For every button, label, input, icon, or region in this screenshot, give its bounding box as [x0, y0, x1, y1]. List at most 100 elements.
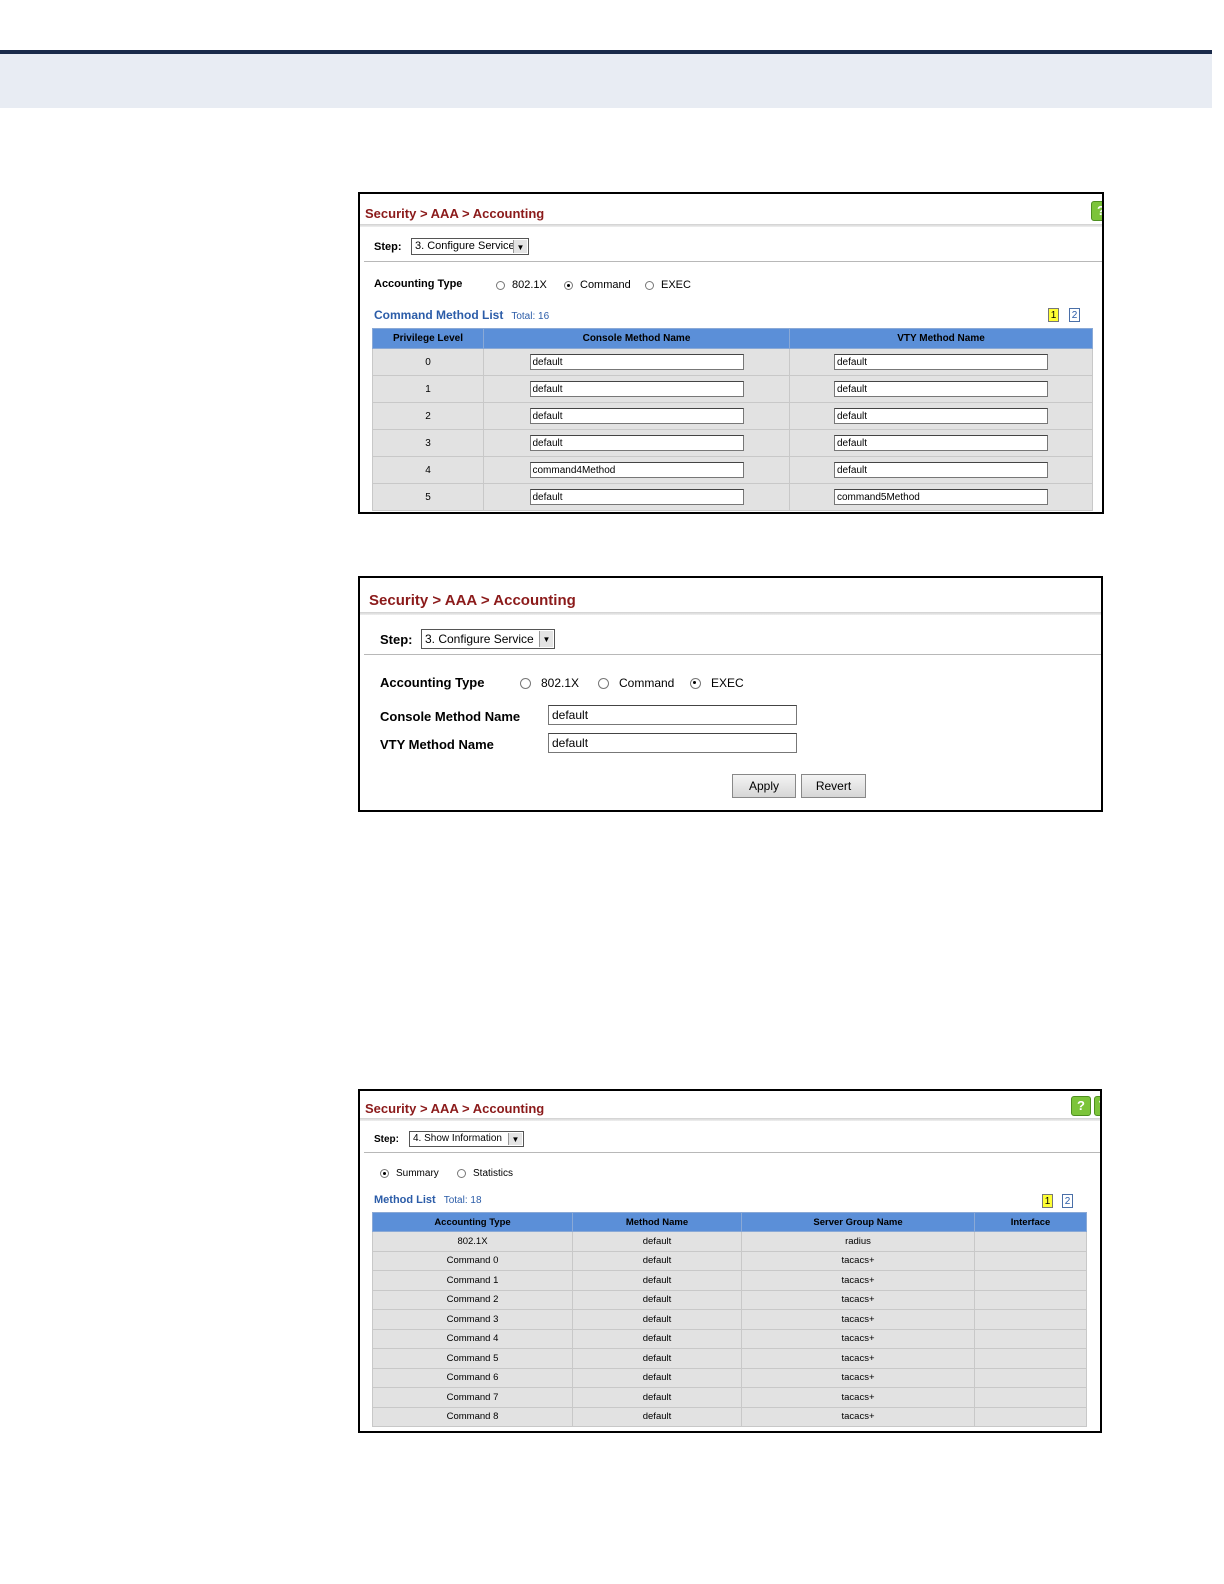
console-method-input[interactable]: command4Method: [529, 462, 744, 478]
table-row: Command 5 default tacacs+: [372, 1348, 1087, 1369]
method-name-cell: default: [572, 1309, 742, 1330]
radio-command[interactable]: Command: [598, 676, 674, 690]
title-divider: [360, 612, 1101, 615]
breadcrumb-security[interactable]: Security: [369, 592, 428, 609]
table-row: Command 1 default tacacs+: [372, 1270, 1087, 1291]
vty-method-input[interactable]: default: [834, 408, 1048, 424]
accounting-command-panel: Security > AAA > Accounting ? Step: 3. C…: [358, 192, 1104, 514]
radio-label: EXEC: [661, 279, 691, 291]
column-header: Method Name: [572, 1212, 742, 1232]
breadcrumb-separator: >: [461, 1101, 470, 1116]
method-name-cell: default: [572, 1270, 742, 1291]
total-count: Total: 18: [443, 1195, 482, 1206]
table-row: 1 default default: [372, 375, 1093, 403]
console-method-input[interactable]: default: [529, 381, 744, 397]
breadcrumb: Security > AAA > Accounting: [369, 592, 576, 609]
page-2-link[interactable]: 2: [1062, 1194, 1073, 1208]
vty-cell: default: [789, 375, 1093, 403]
step-select-value: 3. Configure Service: [425, 632, 534, 646]
refresh-icon[interactable]: ↻: [1094, 1096, 1100, 1116]
radio-command[interactable]: Command: [564, 279, 631, 291]
accounting-type-cell: Command 7: [372, 1387, 573, 1408]
console-method-input[interactable]: default: [529, 408, 744, 424]
page-2-link[interactable]: 2: [1069, 308, 1080, 322]
server-group-cell: tacacs+: [741, 1328, 975, 1349]
console-method-input[interactable]: default: [529, 354, 744, 370]
vty-method-input[interactable]: command5Method: [834, 489, 1048, 505]
table-row: 0 default default: [372, 348, 1093, 376]
list-title-text: Command Method List: [374, 308, 504, 322]
table-row: Command 8 default tacacs+: [372, 1406, 1087, 1427]
radio-label: Summary: [396, 1168, 439, 1179]
server-group-cell: tacacs+: [741, 1348, 975, 1369]
step-select[interactable]: 3. Configure Service ▼: [421, 629, 555, 649]
console-method-input[interactable]: default: [548, 705, 797, 725]
console-method-input[interactable]: default: [529, 435, 744, 451]
table-row: Command 2 default tacacs+: [372, 1289, 1087, 1310]
table-row: Command 7 default tacacs+: [372, 1387, 1087, 1408]
table-row: 802.1X default radius: [372, 1231, 1087, 1252]
radio-icon: [520, 677, 531, 689]
server-group-cell: tacacs+: [741, 1270, 975, 1291]
help-icon[interactable]: ?: [1071, 1096, 1091, 1116]
step-select[interactable]: 3. Configure Service ▼: [411, 238, 529, 255]
breadcrumb-aaa[interactable]: AAA: [431, 1101, 459, 1116]
header-band: [0, 54, 1212, 108]
interface-cell: [974, 1309, 1087, 1330]
list-title-text: Method List: [374, 1194, 436, 1206]
radio-icon: [598, 677, 609, 689]
title-divider: [360, 1118, 1100, 1121]
interface-cell: [974, 1231, 1087, 1252]
privilege-level-cell: 2: [372, 402, 484, 430]
radio-icon: [457, 1169, 466, 1178]
vty-method-input[interactable]: default: [834, 435, 1048, 451]
breadcrumb-aaa[interactable]: AAA: [431, 206, 459, 221]
breadcrumb-separator: >: [480, 592, 490, 609]
page-1-link[interactable]: 1: [1048, 308, 1059, 322]
method-name-cell: default: [572, 1231, 742, 1252]
vty-method-input[interactable]: default: [834, 462, 1048, 478]
accounting-type-label: Accounting Type: [380, 675, 485, 690]
interface-cell: [974, 1289, 1087, 1310]
breadcrumb-security[interactable]: Security: [365, 1101, 416, 1116]
vty-method-input[interactable]: default: [834, 354, 1048, 370]
accounting-type-cell: Command 2: [372, 1289, 573, 1310]
breadcrumb-separator: >: [432, 592, 442, 609]
vty-method-input[interactable]: default: [548, 733, 797, 753]
revert-button[interactable]: Revert: [801, 774, 866, 798]
accounting-type-cell: Command 4: [372, 1328, 573, 1349]
interface-cell: [974, 1328, 1087, 1349]
method-name-cell: default: [572, 1387, 742, 1408]
radio-summary[interactable]: Summary: [380, 1168, 439, 1179]
radio-label: Command: [619, 676, 675, 690]
column-header: VTY Method Name: [789, 328, 1093, 349]
radio-label: 802.1X: [512, 279, 547, 291]
list-title: Command Method List Total: 16: [374, 308, 549, 322]
radio-802-1x[interactable]: 802.1X: [520, 676, 579, 690]
privilege-level-cell: 1: [372, 375, 484, 403]
vty-method-input[interactable]: default: [834, 381, 1048, 397]
help-icon[interactable]: ?: [1091, 201, 1102, 221]
interface-cell: [974, 1348, 1087, 1369]
console-cell: default: [483, 483, 790, 511]
privilege-level-cell: 5: [372, 483, 484, 511]
radio-statistics[interactable]: Statistics: [457, 1168, 513, 1179]
table-row: 5 default command5Method: [372, 483, 1093, 511]
breadcrumb-separator: >: [419, 1101, 428, 1116]
radio-802-1x[interactable]: 802.1X: [496, 279, 547, 291]
interface-cell: [974, 1250, 1087, 1271]
interface-cell: [974, 1387, 1087, 1408]
chevron-down-icon: ▼: [539, 631, 553, 647]
radio-exec[interactable]: EXEC: [690, 676, 744, 690]
breadcrumb-accounting: Accounting: [493, 592, 576, 609]
page-1-link[interactable]: 1: [1042, 1194, 1053, 1208]
breadcrumb-security[interactable]: Security: [365, 206, 416, 221]
radio-exec[interactable]: EXEC: [645, 279, 691, 291]
console-method-input[interactable]: default: [529, 489, 744, 505]
apply-button[interactable]: Apply: [732, 774, 796, 798]
accounting-type-cell: Command 1: [372, 1270, 573, 1291]
step-label: Step:: [380, 632, 413, 647]
step-select[interactable]: 4. Show Information ▼: [409, 1131, 524, 1147]
table-row: Command 3 default tacacs+: [372, 1309, 1087, 1330]
breadcrumb-aaa[interactable]: AAA: [445, 592, 477, 609]
